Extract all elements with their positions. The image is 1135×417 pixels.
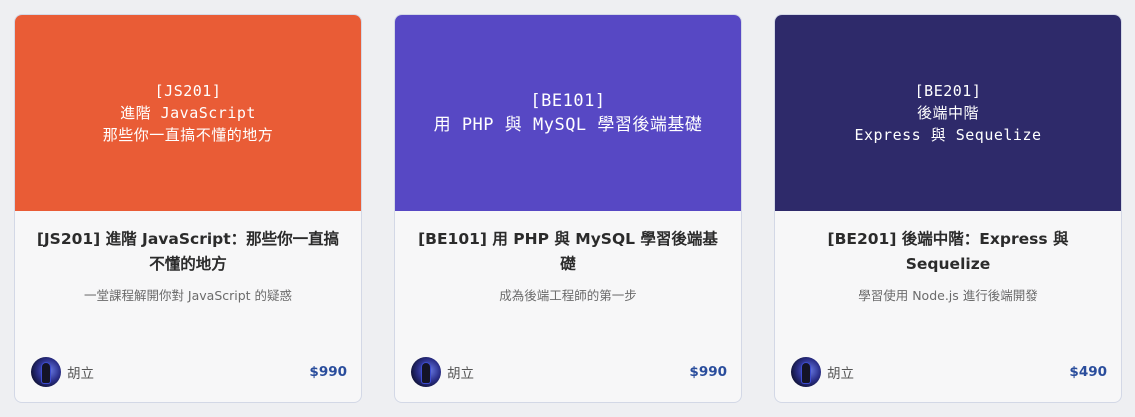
course-card-be201[interactable]: [BE201] 後端中階 Express 與 Sequelize [BE201]… (774, 14, 1122, 403)
course-cover: [BE101] 用 PHP 與 MySQL 學習後端基礎 (395, 15, 741, 211)
avatar (791, 357, 821, 387)
course-grid: [JS201] 進階 JavaScript 那些你一直搞不懂的地方 [JS201… (0, 0, 1135, 417)
course-subtitle: 學習使用 Node.js 進行後端開發 (858, 288, 1038, 303)
course-price: $990 (309, 364, 347, 380)
course-subtitle: 一堂課程解開你對 JavaScript 的疑惑 (83, 288, 293, 303)
author-name: 胡立 (447, 366, 474, 382)
cover-line: 用 PHP 與 MySQL 學習後端基礎 (433, 115, 703, 135)
course-title[interactable]: [BE101] 用 PHP 與 MySQL 學習後端基礎 (413, 227, 723, 277)
course-price: $990 (689, 364, 727, 380)
course-title[interactable]: [JS201] 進階 JavaScript：那些你一直搞不懂的地方 (33, 227, 343, 277)
course-footer: 胡立 $990 (31, 356, 347, 388)
course-cover: [BE201] 後端中階 Express 與 Sequelize (775, 15, 1121, 211)
cover-line: [BE201] (914, 82, 982, 100)
course-body: [JS201] 進階 JavaScript：那些你一直搞不懂的地方 一堂課程解開… (15, 211, 361, 305)
author-info: 胡立 (31, 357, 94, 387)
course-body: [BE101] 用 PHP 與 MySQL 學習後端基礎 成為後端工程師的第一步 (395, 211, 741, 305)
course-footer: 胡立 $490 (791, 356, 1107, 388)
cover-line: [JS201] (154, 82, 222, 100)
cover-line: 後端中階 (916, 104, 979, 122)
course-footer: 胡立 $990 (411, 356, 727, 388)
course-card-js201[interactable]: [JS201] 進階 JavaScript 那些你一直搞不懂的地方 [JS201… (14, 14, 362, 403)
course-subtitle: 成為後端工程師的第一步 (499, 288, 637, 303)
avatar (411, 357, 441, 387)
course-price: $490 (1069, 364, 1107, 380)
avatar (31, 357, 61, 387)
course-body: [BE201] 後端中階：Express 與 Sequelize 學習使用 No… (775, 211, 1121, 305)
cover-line: 那些你一直搞不懂的地方 (102, 126, 274, 144)
cover-line: [BE101] (530, 91, 606, 111)
author-info: 胡立 (411, 357, 474, 387)
course-card-be101[interactable]: [BE101] 用 PHP 與 MySQL 學習後端基礎 [BE101] 用 P… (394, 14, 742, 403)
author-name: 胡立 (827, 366, 854, 382)
cover-line: 進階 JavaScript (120, 104, 256, 122)
cover-line: Express 與 Sequelize (854, 126, 1042, 144)
course-title[interactable]: [BE201] 後端中階：Express 與 Sequelize (793, 227, 1103, 277)
author-name: 胡立 (67, 366, 94, 382)
author-info: 胡立 (791, 357, 854, 387)
course-cover: [JS201] 進階 JavaScript 那些你一直搞不懂的地方 (15, 15, 361, 211)
